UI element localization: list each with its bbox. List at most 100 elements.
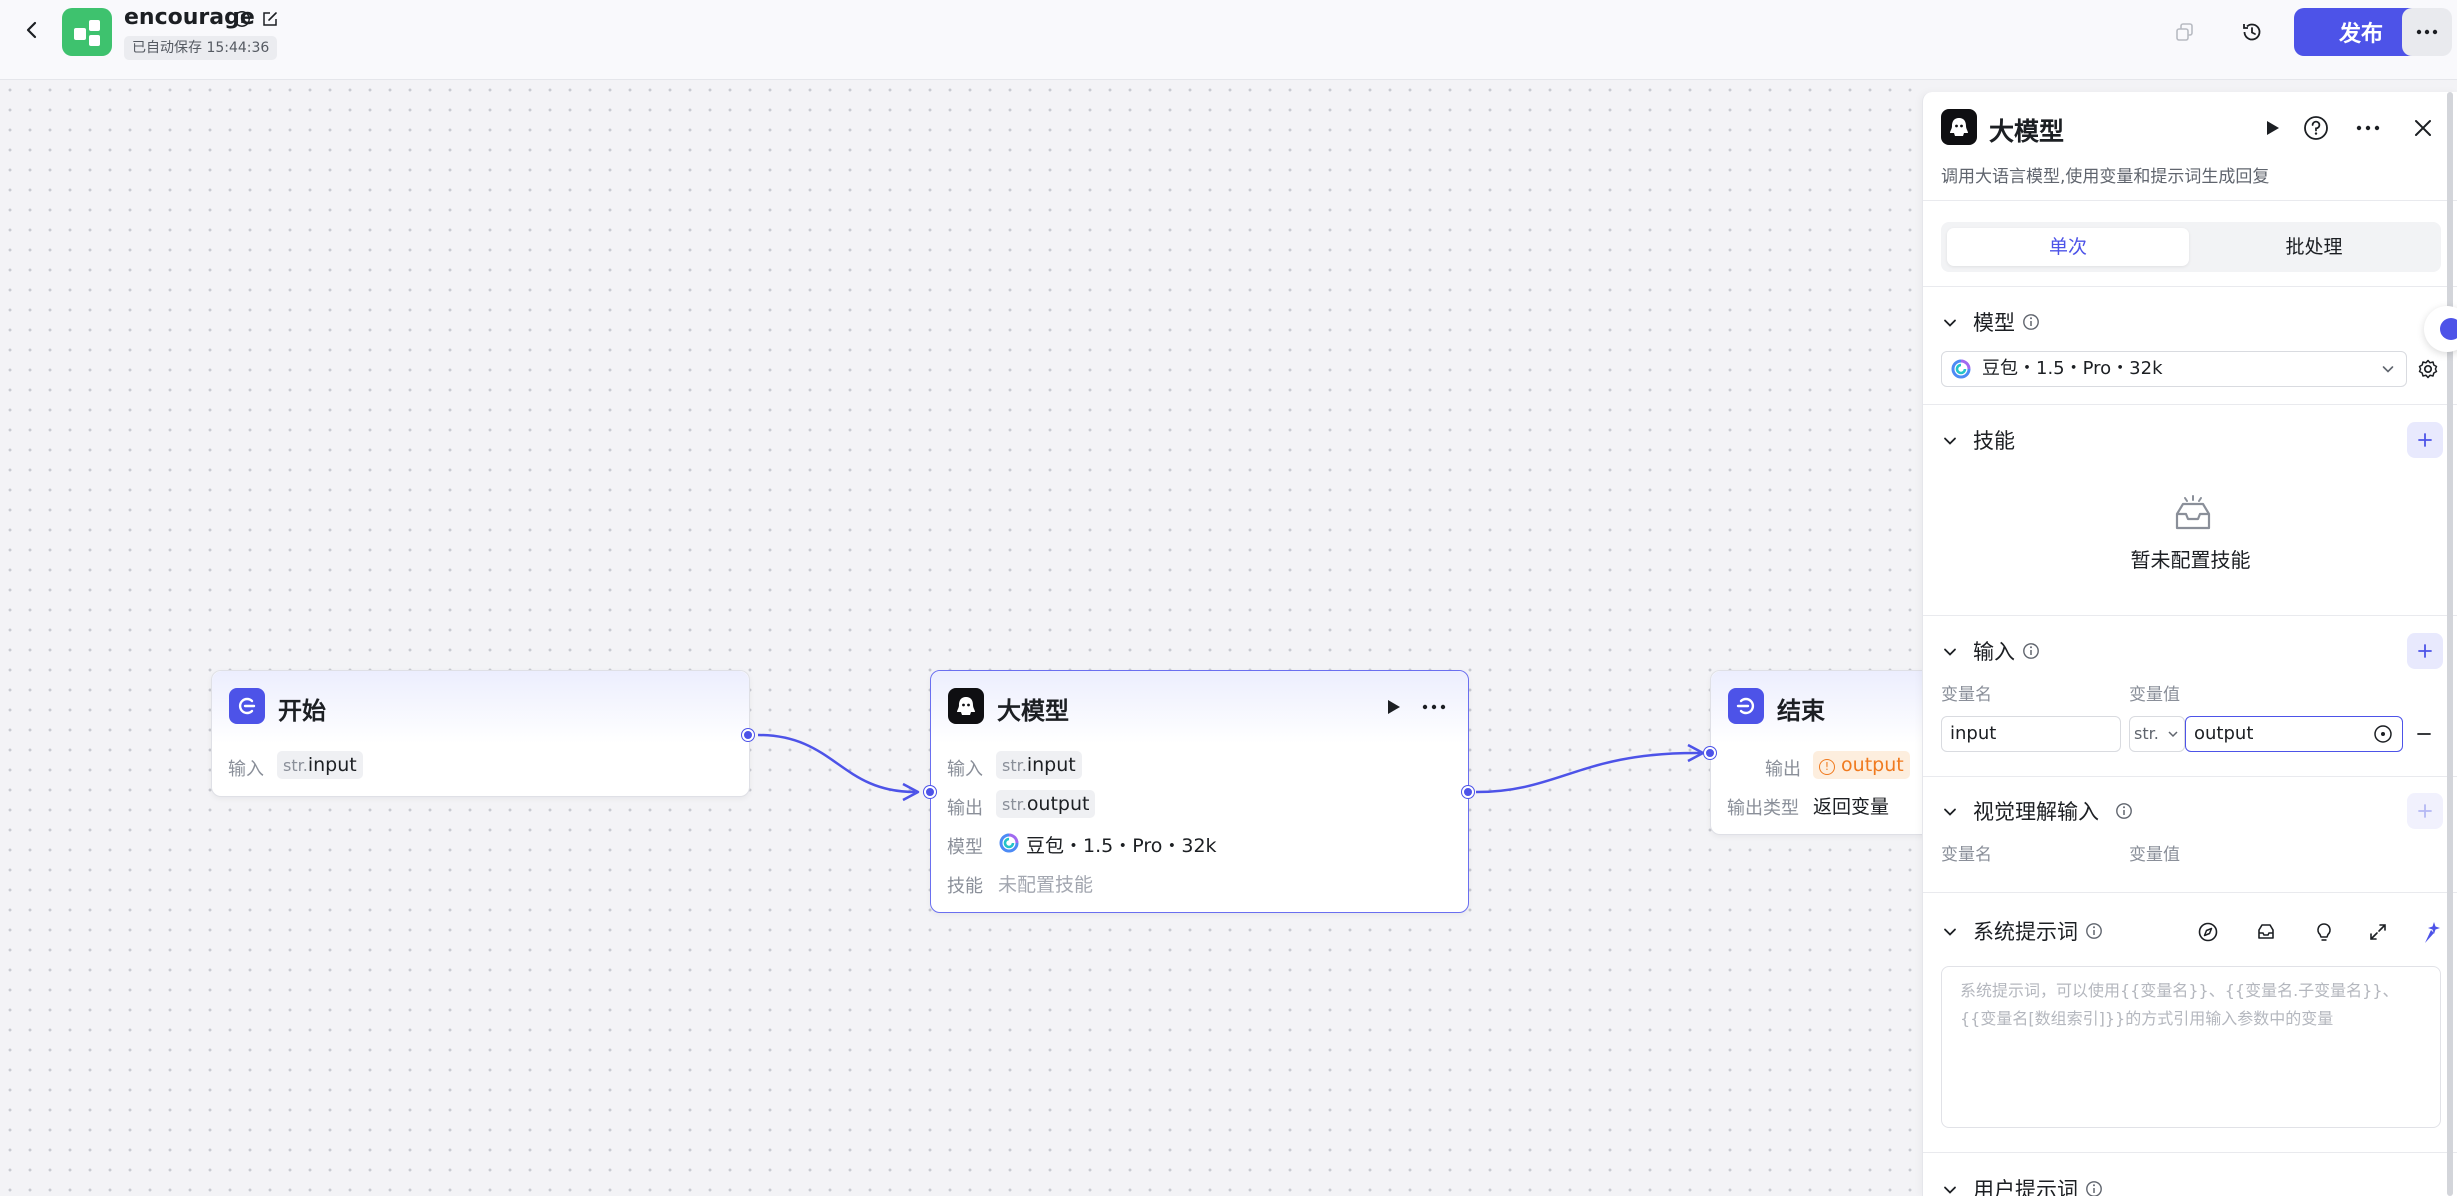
vision-section-title: 视觉理解输入 (1973, 800, 2099, 824)
edge-start-llm (757, 733, 916, 794)
copy-button[interactable] (2163, 10, 2207, 54)
llm-model-label: 模型 (947, 837, 983, 858)
skills-empty-text: 暂未配置技能 (2130, 548, 2251, 572)
more-horizontal-icon (2416, 29, 2438, 35)
chevron-down-icon[interactable] (1941, 1181, 1959, 1196)
run-node-icon[interactable] (1383, 697, 1403, 717)
doubao-model-icon (999, 833, 1019, 853)
back-arrow-icon[interactable] (20, 18, 44, 42)
end-output-tag: ! output (1813, 751, 1910, 779)
chevron-down-icon[interactable] (1941, 923, 1959, 941)
input-var-name-field[interactable]: input (1941, 716, 2121, 752)
tab-single[interactable]: 单次 (1947, 228, 2189, 266)
workflow-logo-icon (62, 8, 112, 56)
assistant-icon (2440, 318, 2457, 340)
mode-tabs: 单次 批处理 (1941, 222, 2441, 272)
add-input-button[interactable] (2407, 633, 2443, 669)
panel-scrollbar[interactable] (2447, 92, 2453, 1196)
info-icon[interactable] (233, 10, 251, 28)
vision-info-icon[interactable] (2115, 802, 2133, 820)
chevron-down-icon[interactable] (1941, 803, 1959, 821)
panel-llm-icon (1941, 109, 1977, 145)
end-output-label: 输出 (1765, 759, 1801, 780)
settings-gear-icon[interactable] (2417, 358, 2439, 380)
panel-more-icon[interactable] (2355, 124, 2381, 132)
edge-llm-end (1475, 751, 1701, 794)
remove-input-icon[interactable] (2415, 725, 2433, 743)
add-vision-input-button[interactable] (2407, 793, 2443, 829)
warning-icon: ! (1819, 759, 1835, 775)
start-node-title: 开始 (278, 697, 326, 725)
inputs-col-name: 变量名 (1941, 685, 1992, 705)
history-button[interactable] (2230, 10, 2274, 54)
llm-output-tag: str.output (996, 790, 1096, 818)
add-skill-button[interactable] (2407, 422, 2443, 458)
plus-icon (2418, 644, 2432, 658)
llm-input-port[interactable] (924, 786, 936, 798)
plus-icon (2418, 433, 2432, 447)
llm-node-title: 大模型 (997, 697, 1069, 725)
ai-optimize-icon[interactable] (2417, 919, 2443, 945)
chevron-down-icon[interactable] (1941, 643, 1959, 661)
llm-skill-value: 未配置技能 (998, 874, 1094, 896)
start-output-port[interactable] (742, 729, 754, 741)
chevron-down-icon (2168, 731, 2178, 738)
input-var-value-field[interactable]: output (2185, 716, 2403, 752)
system-prompt-textarea[interactable]: 系统提示词，可以使用{{变量名}}、{{变量名.子变量名}}、 {{变量名[数组… (1941, 966, 2441, 1128)
skills-section-title: 技能 (1973, 429, 2015, 453)
chevron-down-icon[interactable] (1941, 432, 1959, 450)
user-prompt-title: 用户提示词 (1973, 1178, 2078, 1196)
edges (757, 733, 1705, 802)
workflow-canvas[interactable]: 开始 输入 str.input 大模型 输入 str.input 输出 str.… (0, 80, 2010, 1196)
inputs-col-value: 变量值 (2129, 685, 2180, 705)
llm-output-label: 输出 (947, 798, 983, 819)
tab-batch[interactable]: 批处理 (2193, 228, 2435, 266)
user-prompt-info-icon[interactable] (2085, 1180, 2103, 1196)
expand-icon[interactable] (2367, 921, 2389, 943)
end-type-value: 返回变量 (1813, 796, 1890, 818)
llm-icon (948, 688, 984, 724)
inputs-section-title: 输入 (1973, 640, 2015, 664)
llm-input-tag: str.input (996, 751, 1082, 779)
input-type-select[interactable]: str. (2129, 716, 2185, 752)
node-more-icon[interactable] (1421, 703, 1447, 711)
history-icon (2243, 23, 2261, 41)
start-icon (229, 688, 265, 724)
lightbulb-icon[interactable] (2313, 921, 2335, 943)
model-info-icon[interactable] (2022, 313, 2040, 331)
start-input-tag: str.input (277, 751, 363, 779)
start-node[interactable]: 开始 输入 str.input (211, 670, 750, 797)
plus-icon (2418, 804, 2432, 818)
vision-col-name: 变量名 (1941, 845, 1992, 865)
vision-col-value: 变量值 (2129, 845, 2180, 865)
empty-box-icon (2175, 495, 2211, 530)
llm-node[interactable]: 大模型 输入 str.input 输出 str.output 模型 豆包・1.5… (930, 670, 1469, 913)
llm-skill-label: 技能 (947, 876, 983, 897)
panel-title: 大模型 (1989, 117, 2065, 146)
variable-picker-icon[interactable] (2373, 724, 2393, 744)
more-button[interactable] (2402, 8, 2452, 56)
llm-model-value: 豆包・1.5・Pro・32k (1026, 835, 1217, 857)
start-input-label: 输入 (228, 759, 264, 780)
panel-run-icon[interactable] (2262, 118, 2282, 138)
panel-description: 调用大语言模型,使用变量和提示词生成回复 (1941, 167, 2270, 187)
llm-input-label: 输入 (947, 759, 983, 780)
system-prompt-title: 系统提示词 (1973, 920, 2078, 944)
help-icon[interactable] (2303, 115, 2329, 141)
model-select[interactable]: 豆包・1.5・Pro・32k (1941, 351, 2407, 387)
end-input-port[interactable] (1704, 747, 1716, 759)
edit-icon[interactable] (261, 10, 279, 28)
copy-icon (2176, 23, 2193, 41)
autosave-status: 已自动保存 15:44:36 (124, 36, 278, 60)
prompt-library-icon[interactable] (2255, 921, 2277, 943)
end-icon (1728, 688, 1764, 724)
end-node-title: 结束 (1777, 697, 1825, 725)
node-config-panel: 大模型 调用大语言模型,使用变量和提示词生成回复 单次 批处理 模型 豆包・1.… (1922, 92, 2457, 1196)
compass-icon[interactable] (2197, 921, 2219, 943)
close-icon[interactable] (2413, 118, 2433, 138)
end-type-label: 输出类型 (1727, 798, 1799, 819)
inputs-info-icon[interactable] (2022, 642, 2040, 660)
system-prompt-info-icon[interactable] (2085, 922, 2103, 940)
chevron-down-icon[interactable] (1941, 314, 1959, 332)
llm-output-port[interactable] (1462, 786, 1474, 798)
